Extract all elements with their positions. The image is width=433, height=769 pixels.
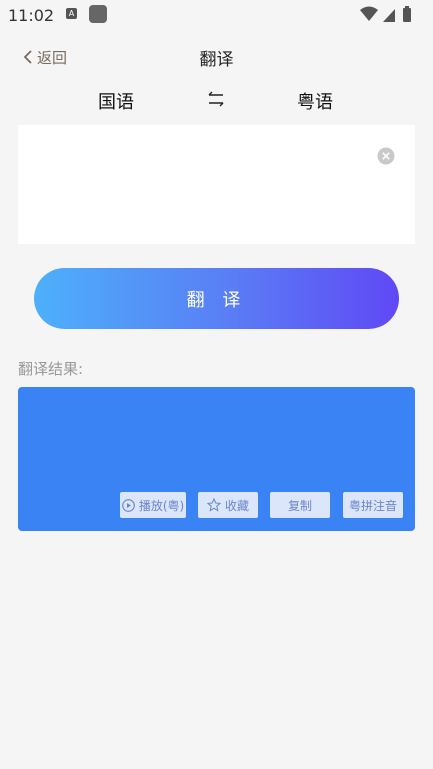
- result-box: 播放(粤) 收藏 复制 粤拼注音: [18, 387, 415, 531]
- page-title: 翻译: [199, 50, 234, 70]
- play-cantonese-button[interactable]: 播放(粤): [120, 492, 186, 518]
- swap-arrows-icon[interactable]: [205, 88, 227, 110]
- notification-a-icon: A: [66, 8, 77, 19]
- favorite-button[interactable]: 收藏: [198, 492, 258, 518]
- status-time: 11:02: [8, 6, 55, 25]
- source-language[interactable]: 国语: [98, 88, 134, 114]
- target-language[interactable]: 粤语: [297, 88, 333, 114]
- copy-button[interactable]: 复制: [270, 492, 330, 518]
- wifi-icon: [360, 6, 378, 21]
- status-bar: 11:02 A: [0, 0, 433, 30]
- play-circle-icon: [121, 498, 135, 512]
- pinyin-button[interactable]: 粤拼注音: [343, 492, 403, 518]
- result-label: 翻译结果:: [18, 360, 84, 378]
- copy-label: 复制: [287, 498, 312, 513]
- input-box: [18, 125, 415, 244]
- clear-circle-icon[interactable]: [377, 147, 395, 165]
- status-icons: [360, 6, 411, 22]
- notification-app-icon: [89, 5, 107, 23]
- favorite-label: 收藏: [224, 498, 249, 513]
- battery-icon: [403, 8, 411, 22]
- play-label: 播放(粤): [138, 498, 185, 513]
- translate-button[interactable]: 翻 译: [34, 268, 399, 329]
- pinyin-label: 粤拼注音: [348, 498, 397, 513]
- signal-icon: [383, 9, 395, 22]
- star-icon: [206, 498, 221, 512]
- source-text-input[interactable]: [28, 135, 372, 235]
